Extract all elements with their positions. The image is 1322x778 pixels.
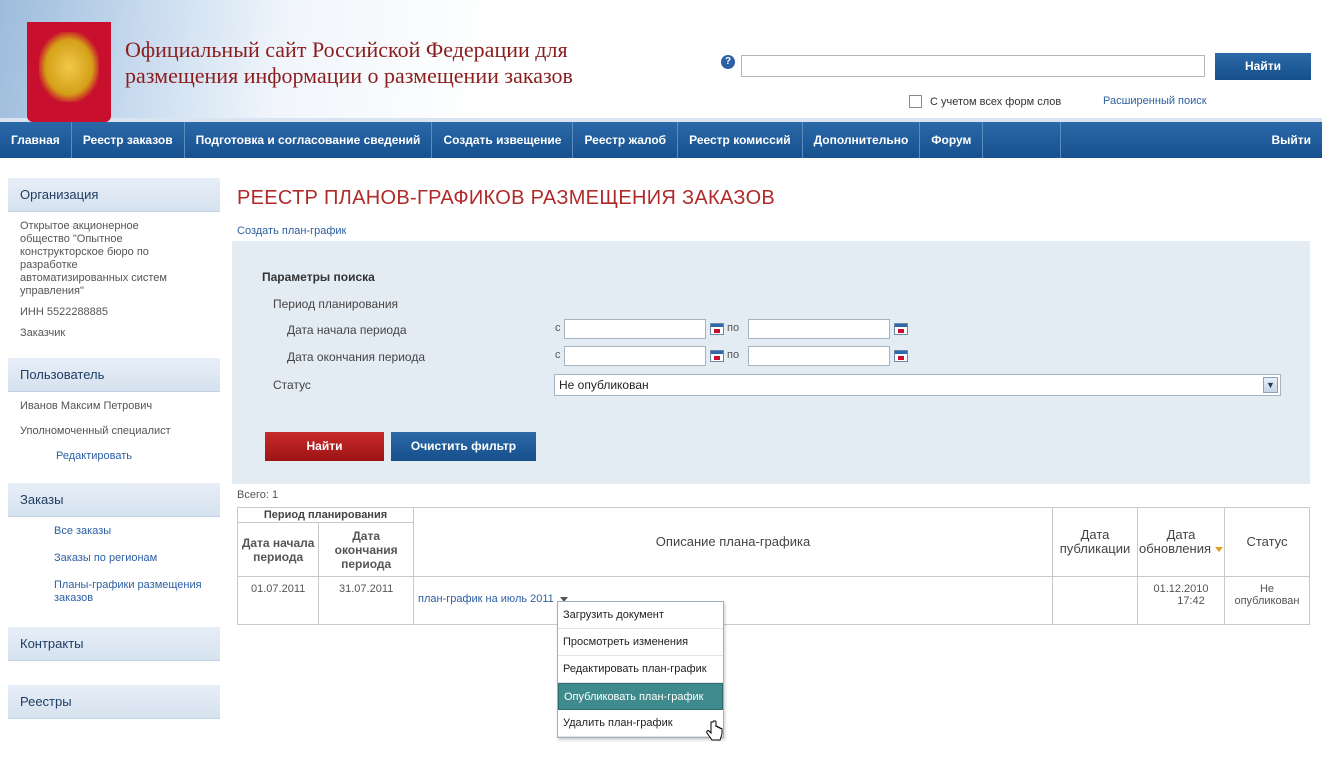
row-end-date: 31.07.2011 [318,576,414,625]
end-to-label: по [727,349,740,361]
period-group-header: Период планирования [237,507,414,523]
total-count: Всего: 1 [237,489,279,501]
calendar-icon[interactable] [894,350,908,362]
planning-period-label: Период планирования [273,297,399,311]
menu-item-edit-plan[interactable]: Редактировать план-график [558,656,723,683]
user-role: Уполномоченный специалист [20,425,171,437]
end-to-input[interactable] [748,346,890,366]
sidebar-head-organization[interactable]: Организация [8,178,220,212]
plans-table: Период планирования Описание плана-графи… [236,507,1310,625]
calendar-icon[interactable] [894,323,908,335]
end-from-label: с [555,349,561,361]
coat-of-arms-logo[interactable] [27,22,111,122]
all-word-forms-option[interactable]: С учетом всех форм слов [909,95,1061,108]
menu-item-delete-plan[interactable]: Удалить план-график [558,710,723,737]
nav-item-complaints[interactable]: Реестр жалоб [573,122,679,158]
menu-item-upload-document[interactable]: Загрузить документ [558,602,723,629]
nav-item-create-notice[interactable]: Создать извещение [432,122,574,158]
pub-date-column-header: Дата публикации [1052,507,1138,577]
row-upd-date-day: 01.12.2010 [1153,583,1209,595]
sidebar-item-orders-by-region[interactable]: Заказы по регионам [8,552,220,565]
table-row: 01.07.2011 31.07.2011 план-график на июл… [236,576,1310,625]
filter-title: Параметры поиска [262,270,375,284]
sidebar-head-orders[interactable]: Заказы [8,483,220,517]
help-icon[interactable]: ? [721,55,735,69]
start-to-input[interactable] [748,319,890,339]
main-nav: Главная Реестр заказов Подготовка и согл… [0,122,1322,158]
row-description: план-график на июль 2011 [413,576,1053,625]
upd-date-column-header[interactable]: Дата обновления [1137,507,1225,577]
row-upd-date-time: 17:42 [1177,595,1205,607]
plan-link[interactable]: план-график на июль 2011 [418,593,554,605]
sidebar-head-registries[interactable]: Реестры [8,685,220,719]
desc-column-header: Описание плана-графика [413,507,1053,577]
start-to-label: по [727,322,740,334]
row-status: Не опубликован [1224,576,1310,625]
page-title: РЕЕСТР ПЛАНОВ-ГРАФИКОВ РАЗМЕЩЕНИЯ ЗАКАЗО… [237,187,776,209]
nav-item-commissions[interactable]: Реестр комиссий [678,122,803,158]
all-word-forms-checkbox[interactable] [909,95,922,108]
calendar-icon[interactable] [710,323,724,335]
find-button[interactable]: Найти [265,432,384,461]
sidebar-head-contracts[interactable]: Контракты [8,627,220,661]
row-status-line1: Не [1259,583,1275,595]
organization-name: Открытое акционерное общество "Опытное к… [20,220,167,297]
organization-inn: ИНН 5522288885 [20,306,109,318]
plan-context-menu: Загрузить документ Просмотреть изменения… [557,601,724,738]
row-start-date: 01.07.2011 [236,576,320,625]
site-title-line1: Официальный сайт Российской Федерации дл… [125,37,568,62]
sidebar-item-plan-schedules[interactable]: Планы-графики размещения заказов [8,579,220,605]
clear-filter-button[interactable]: Очистить фильтр [391,432,536,461]
user-name: Иванов Максим Петрович [20,400,153,412]
end-date-label: Дата окончания периода [287,350,425,364]
chevron-down-icon[interactable]: ▼ [1263,377,1278,393]
end-from-input[interactable] [564,346,706,366]
end-date-column-header: Дата окончания периода [318,522,414,577]
nav-item-additional[interactable]: Дополнительно [803,122,921,158]
nav-item-home[interactable]: Главная [0,122,72,158]
logout-button[interactable]: Выйти [1060,122,1322,158]
nav-item-orders-registry[interactable]: Реестр заказов [72,122,185,158]
menu-item-publish-plan[interactable]: Опубликовать план-график [558,683,723,710]
menu-item-view-changes[interactable]: Просмотреть изменения [558,629,723,656]
sidebar: Организация Открытое акционерное обществ… [8,178,220,727]
advanced-search-link[interactable]: Расширенный поиск [1103,95,1207,107]
status-column-header: Статус [1224,507,1310,577]
edit-profile-link[interactable]: Редактировать [8,450,220,463]
calendar-icon[interactable] [710,350,724,362]
site-title: Официальный сайт Российской Федерации дл… [125,37,665,89]
double-headed-eagle-icon [39,32,99,102]
row-pub-date [1052,576,1138,625]
sidebar-item-all-orders[interactable]: Все заказы [8,525,220,538]
search-input[interactable] [741,55,1205,77]
all-word-forms-label: С учетом всех форм слов [930,95,1062,108]
nav-item-preparation[interactable]: Подготовка и согласование сведений [185,122,433,158]
create-plan-link[interactable]: Создать план-график [237,225,346,237]
organization-role: Заказчик [20,327,66,339]
site-title-line2: размещения информации о размещении заказ… [125,63,573,88]
sidebar-head-user[interactable]: Пользователь [8,358,220,392]
site-header: Официальный сайт Российской Федерации дл… [0,0,1322,122]
start-from-input[interactable] [564,319,706,339]
search-button[interactable]: Найти [1215,53,1311,80]
status-select-value: Не опубликован [559,378,649,392]
status-select[interactable]: Не опубликован ▼ [554,374,1281,396]
hand-cursor-icon [706,720,723,741]
sort-desc-icon[interactable] [1215,547,1223,553]
start-date-label: Дата начала периода [287,323,407,337]
row-upd-date: 01.12.2010 17:42 [1137,576,1225,625]
table-header-row-1: Период планирования Описание плана-графи… [237,507,1310,577]
upd-date-column-label: Дата обновления [1139,527,1211,556]
status-label: Статус [273,378,311,392]
start-date-column-header: Дата начала периода [236,522,320,577]
start-from-label: с [555,322,561,334]
row-status-line2: опубликован [1234,595,1300,607]
nav-item-forum[interactable]: Форум [920,122,984,158]
